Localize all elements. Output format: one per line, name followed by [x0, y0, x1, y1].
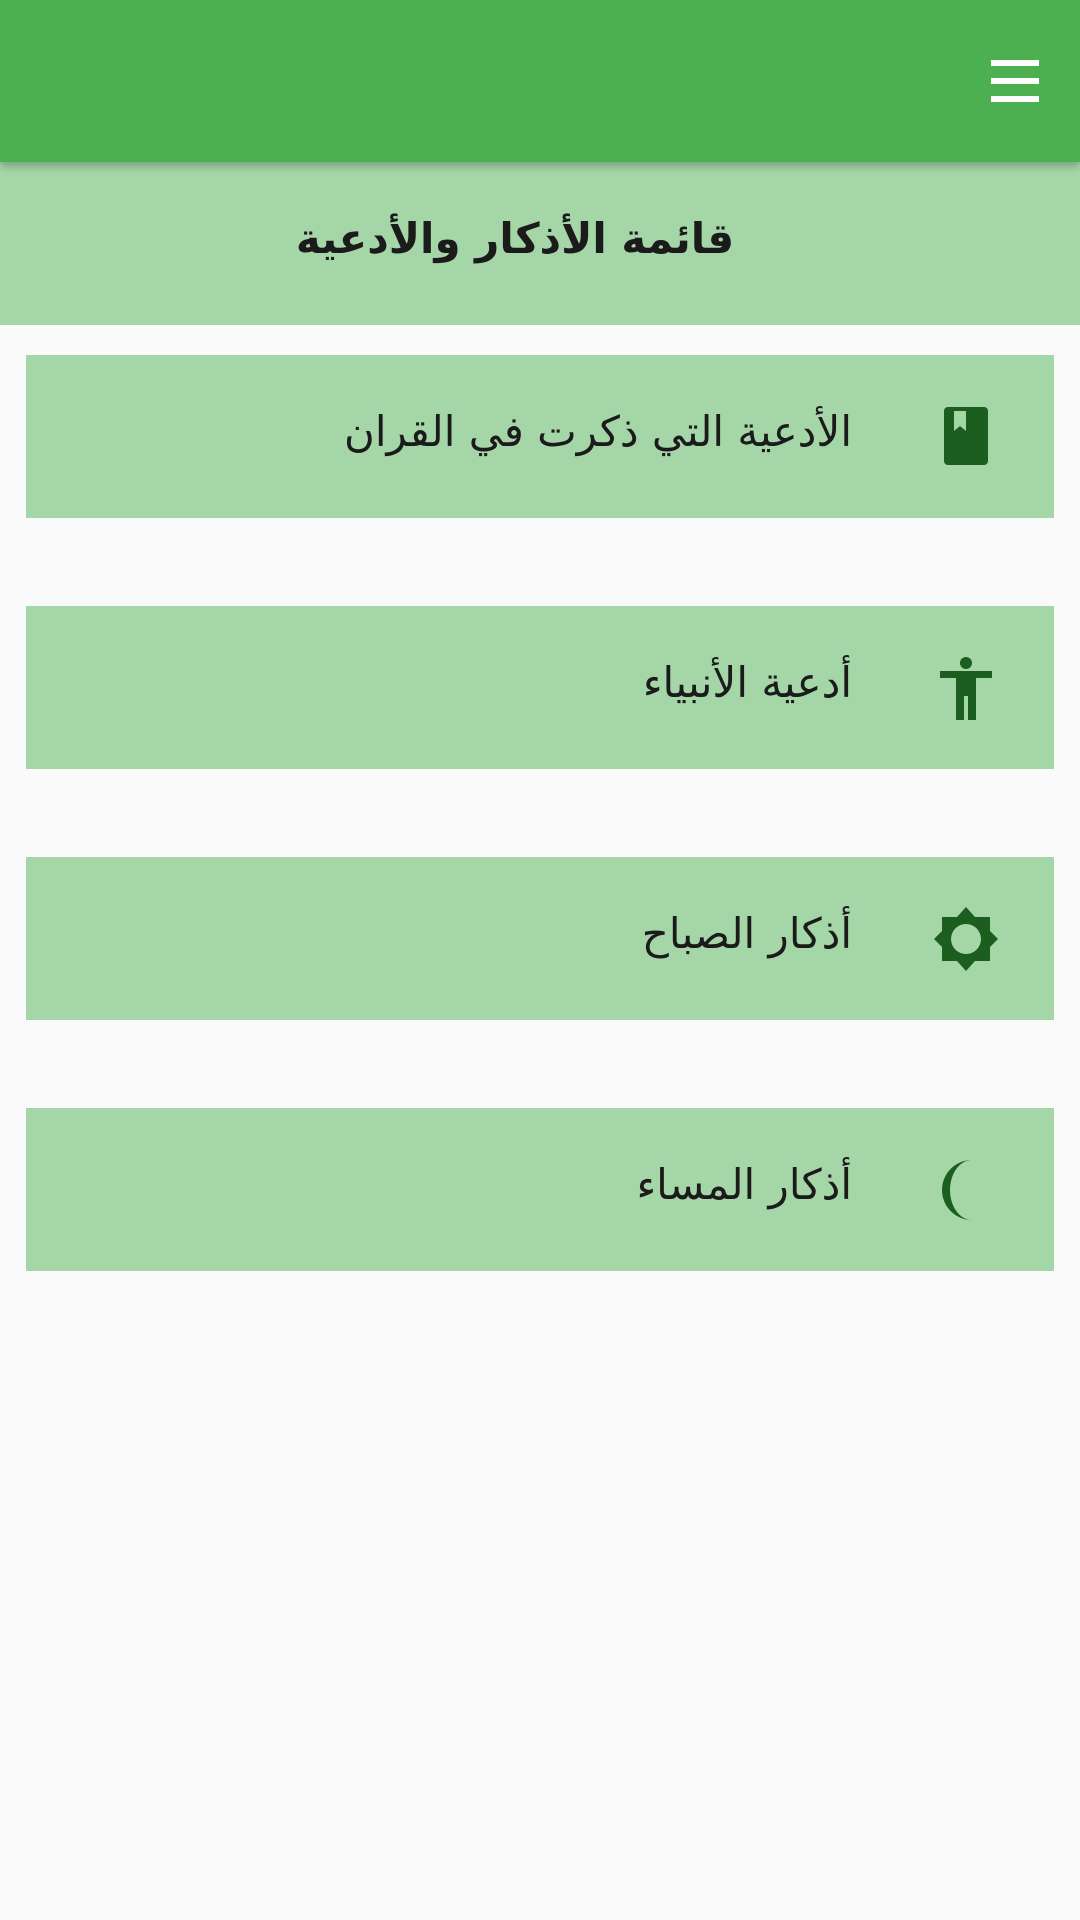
person-icon: [934, 656, 998, 720]
page-title: قائمة الأذكار والأدعية: [295, 214, 735, 263]
book-icon: [934, 405, 998, 469]
menu-item-label: أذكار المساء: [636, 1160, 852, 1209]
menu-item-morning-adhkar[interactable]: أذكار الصباح: [26, 857, 1054, 1020]
hamburger-menu-icon: [991, 60, 1039, 102]
menu-item-quran-duas[interactable]: الأدعية التي ذكرت في القران: [26, 355, 1054, 518]
menu-item-label: أدعية الأنبياء: [642, 658, 852, 707]
menu-item-label: أذكار الصباح: [641, 909, 852, 958]
app-bar: [0, 0, 1080, 162]
menu-list: الأدعية التي ذكرت في القران أدعية الأنبي…: [26, 355, 1054, 1359]
moon-icon: [934, 1158, 998, 1222]
menu-item-label: الأدعية التي ذكرت في القران: [343, 407, 852, 456]
menu-button[interactable]: [988, 54, 1042, 108]
section-header: قائمة الأذكار والأدعية: [0, 162, 1080, 325]
menu-item-prophets-duas[interactable]: أدعية الأنبياء: [26, 606, 1054, 769]
sun-icon: [934, 907, 998, 971]
menu-item-evening-adhkar[interactable]: أذكار المساء: [26, 1108, 1054, 1271]
